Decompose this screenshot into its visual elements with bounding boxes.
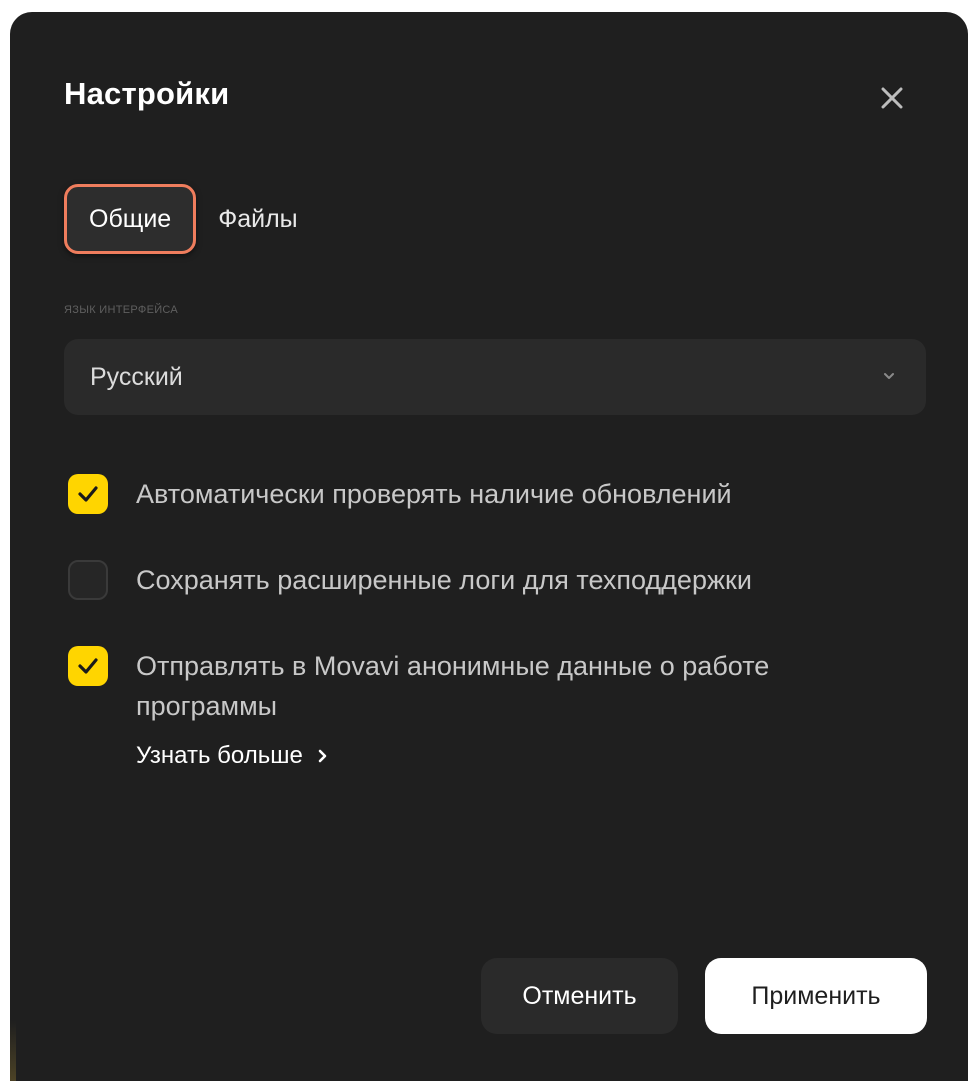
option-extended-logs: Сохранять расширенные логи для техподдер… [68, 560, 906, 600]
language-label: ЯЗЫК ИНТЕРФЕЙСА [64, 304, 179, 316]
anonymous-data-checkbox[interactable] [68, 646, 108, 686]
close-button[interactable] [870, 76, 914, 120]
tab-files-label: Файлы [218, 204, 298, 233]
language-select[interactable]: Русский [64, 339, 926, 415]
language-select-value: Русский [90, 362, 183, 391]
tab-files[interactable]: Файлы [196, 184, 319, 254]
chevron-down-icon [884, 373, 894, 379]
extended-logs-label[interactable]: Сохранять расширенные логи для техподдер… [136, 560, 906, 600]
learn-more-label: Узнать больше [136, 742, 303, 769]
settings-dialog: Настройки Общие Файлы ЯЗЫК ИНТЕРФЕЙСА Ру… [10, 12, 968, 1081]
auto-update-checkbox[interactable] [68, 474, 108, 514]
tab-general[interactable]: Общие [64, 184, 197, 254]
close-icon [881, 87, 903, 109]
learn-more-link[interactable]: Узнать больше [136, 742, 329, 770]
apply-button[interactable]: Применить [705, 958, 927, 1034]
extended-logs-checkbox[interactable] [68, 560, 108, 600]
edge-shadow [10, 1021, 16, 1081]
auto-update-label[interactable]: Автоматически проверять наличие обновлен… [136, 474, 906, 514]
tab-general-label: Общие [89, 204, 172, 233]
chevron-right-icon [318, 749, 327, 763]
checkmark-icon [78, 658, 98, 674]
cancel-button[interactable]: Отменить [481, 958, 678, 1034]
checkmark-icon [78, 486, 98, 502]
option-auto-update: Автоматически проверять наличие обновлен… [68, 474, 906, 514]
dialog-title: Настройки [64, 76, 230, 111]
tab-bar: Общие Файлы [64, 176, 320, 262]
anonymous-data-label[interactable]: Отправлять в Movavi анонимные данные о р… [136, 646, 906, 726]
option-anonymous-data: Отправлять в Movavi анонимные данные о р… [68, 646, 906, 726]
